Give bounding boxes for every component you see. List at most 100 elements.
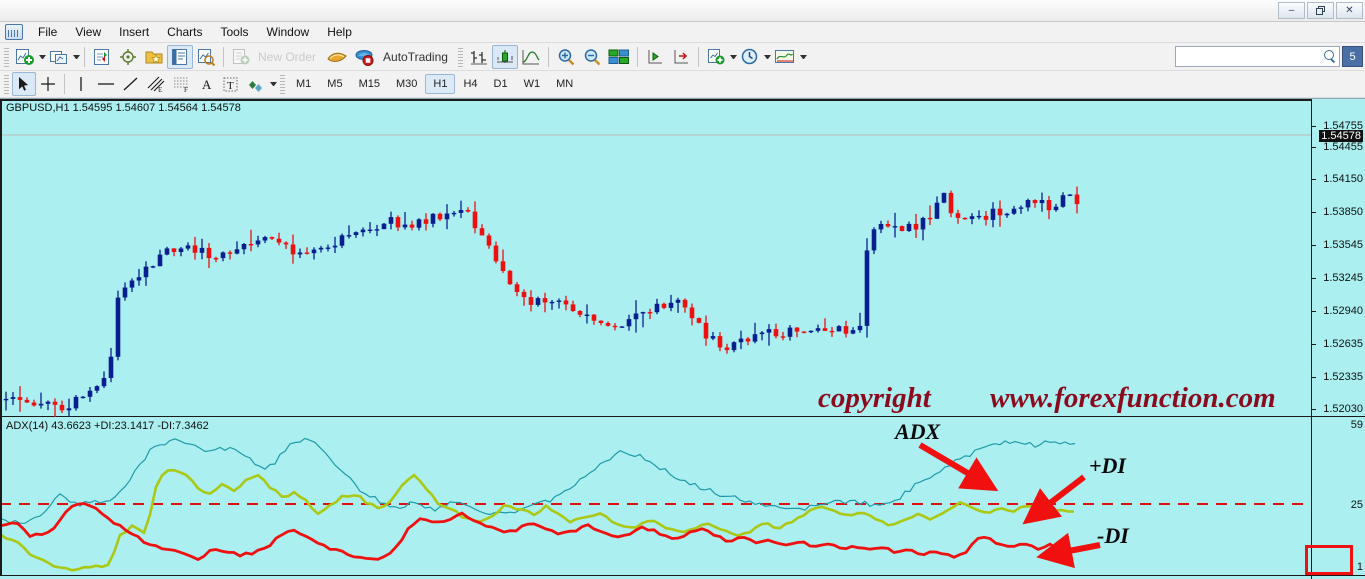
- price-tick: [1312, 409, 1316, 410]
- adx-chart-pane[interactable]: ADX(14) 43.6623 +DI:23.1417 -DI:7.3462 A…: [0, 417, 1365, 575]
- restore-button[interactable]: [1307, 2, 1334, 19]
- menu-tools[interactable]: Tools: [212, 22, 258, 42]
- menu-charts[interactable]: Charts: [158, 22, 211, 42]
- search-box[interactable]: [1175, 46, 1340, 67]
- line-toolbar-grip[interactable]: [4, 74, 9, 94]
- menu-view[interactable]: View: [66, 22, 110, 42]
- close-button[interactable]: ✕: [1336, 2, 1363, 19]
- vertical-line-button[interactable]: [69, 72, 93, 96]
- crosshair-icon: [41, 77, 55, 91]
- timeframe-m1[interactable]: M1: [288, 74, 319, 94]
- trendline-button[interactable]: [119, 72, 143, 96]
- bar-chart-button[interactable]: [466, 45, 492, 69]
- price-tick: [1312, 245, 1316, 246]
- new-chart-icon: [16, 48, 34, 65]
- new-chart-dropdown-icon[interactable]: [39, 54, 46, 59]
- search-icon[interactable]: [1323, 50, 1336, 63]
- toolbar-grip-2[interactable]: [457, 46, 463, 67]
- zoom-in-button[interactable]: [553, 45, 579, 69]
- horizontal-line-icon: [98, 83, 114, 85]
- search-input[interactable]: [1179, 50, 1323, 63]
- profiles-dropdown-icon[interactable]: [73, 54, 80, 59]
- timeframe-h4[interactable]: H4: [455, 74, 485, 94]
- indicators-button[interactable]: [703, 45, 729, 69]
- notification-badge[interactable]: 5: [1342, 46, 1363, 67]
- shapes-dropdown-icon[interactable]: [270, 82, 277, 86]
- periods-dropdown-icon[interactable]: [763, 54, 771, 59]
- tile-windows-button[interactable]: [605, 45, 633, 69]
- menu-window[interactable]: Window: [258, 22, 319, 42]
- crosshair-button[interactable]: [36, 72, 60, 96]
- cursor-button[interactable]: [12, 72, 36, 96]
- templates-icon: [774, 49, 794, 63]
- timeframe-m15[interactable]: M15: [351, 74, 388, 94]
- chart-frame-top: [0, 99, 1311, 101]
- toolbar-separator-3: [547, 46, 549, 67]
- favorites-button[interactable]: [141, 45, 167, 69]
- timeframe-m5[interactable]: M5: [319, 74, 350, 94]
- favorites-icon: [145, 51, 163, 63]
- zoom-in-icon: [558, 48, 575, 65]
- zoom-out-button[interactable]: [579, 45, 605, 69]
- new-chart-button[interactable]: [12, 45, 38, 69]
- autotrading-button[interactable]: AutoTrading: [351, 45, 455, 69]
- text-label-icon: T: [223, 77, 238, 92]
- clock-icon: [741, 48, 758, 64]
- shift-end-icon: [648, 49, 662, 63]
- line-studies-toolbar: E F A T M1 M5 M15 M30 H1 H4 D1 W1 MN: [0, 71, 1365, 98]
- periods-button[interactable]: [737, 45, 763, 69]
- fibonacci-retracement-button[interactable]: F: [169, 72, 195, 96]
- horizontal-line-button[interactable]: [93, 72, 119, 96]
- new-order-button[interactable]: New Order: [228, 45, 323, 69]
- timeframe-h1[interactable]: H1: [425, 74, 456, 94]
- candlestick-chart-svg: [0, 134, 1311, 417]
- navigator-button[interactable]: [115, 45, 141, 69]
- new-order-icon: [233, 48, 250, 64]
- expert-advisors-button[interactable]: [323, 45, 351, 69]
- minimize-button[interactable]: –: [1278, 2, 1305, 19]
- templates-dropdown-icon[interactable]: [799, 54, 807, 59]
- autotrading-icon: [355, 49, 374, 66]
- data-window-button[interactable]: [167, 44, 193, 69]
- text-button[interactable]: A: [195, 72, 219, 96]
- timeframe-toolbar-grip[interactable]: [280, 74, 285, 94]
- bar-chart-icon: [470, 50, 487, 64]
- metatrader-window: – ✕ File View Insert Charts Tools Window…: [0, 0, 1365, 579]
- menu-help[interactable]: Help: [318, 22, 361, 42]
- auto-scroll-icon: [674, 49, 688, 63]
- strategy-tester-button[interactable]: [193, 45, 219, 69]
- data-window-icon: [172, 48, 187, 65]
- price-tick: [1312, 311, 1316, 312]
- timeframe-mn[interactable]: MN: [548, 74, 581, 94]
- price-tick: [1312, 212, 1316, 213]
- watermark-copyright: copyright: [818, 382, 931, 414]
- chart-workspace[interactable]: GBPUSD,H1 1.54595 1.54607 1.54564 1.5457…: [0, 98, 1365, 579]
- text-label-button[interactable]: T: [219, 72, 243, 96]
- toolbar-separator-2: [223, 46, 224, 67]
- menu-file[interactable]: File: [29, 22, 66, 42]
- timeframe-w1[interactable]: W1: [516, 74, 549, 94]
- price-tick: [1312, 278, 1316, 279]
- plus-di-annotation-label: +DI: [1089, 453, 1126, 478]
- indicators-dropdown-icon[interactable]: [729, 54, 737, 59]
- shift-end-button[interactable]: [642, 45, 668, 69]
- price-chart-pane[interactable]: GBPUSD,H1 1.54595 1.54607 1.54564 1.5457…: [0, 99, 1365, 417]
- market-watch-icon: [94, 48, 109, 65]
- market-watch-button[interactable]: [89, 45, 115, 69]
- candlestick-chart-button[interactable]: [491, 44, 518, 69]
- templates-button[interactable]: [771, 45, 799, 69]
- chart-frame-left: [0, 99, 2, 575]
- timeframe-d1[interactable]: D1: [486, 74, 516, 94]
- window-controls: – ✕: [1278, 2, 1363, 19]
- shapes-button[interactable]: [243, 72, 269, 96]
- timeframe-m30[interactable]: M30: [388, 74, 425, 94]
- menu-insert[interactable]: Insert: [110, 22, 158, 42]
- auto-scroll-button[interactable]: [668, 45, 694, 69]
- expert-advisors-icon: [327, 52, 347, 62]
- toolbar-grip[interactable]: [4, 46, 9, 67]
- profiles-button[interactable]: [46, 45, 72, 69]
- adx-series-line: [0, 437, 1076, 524]
- line-chart-button[interactable]: [518, 45, 544, 69]
- equidistant-channel-button[interactable]: E: [143, 72, 169, 96]
- line-chart-icon: [522, 49, 540, 64]
